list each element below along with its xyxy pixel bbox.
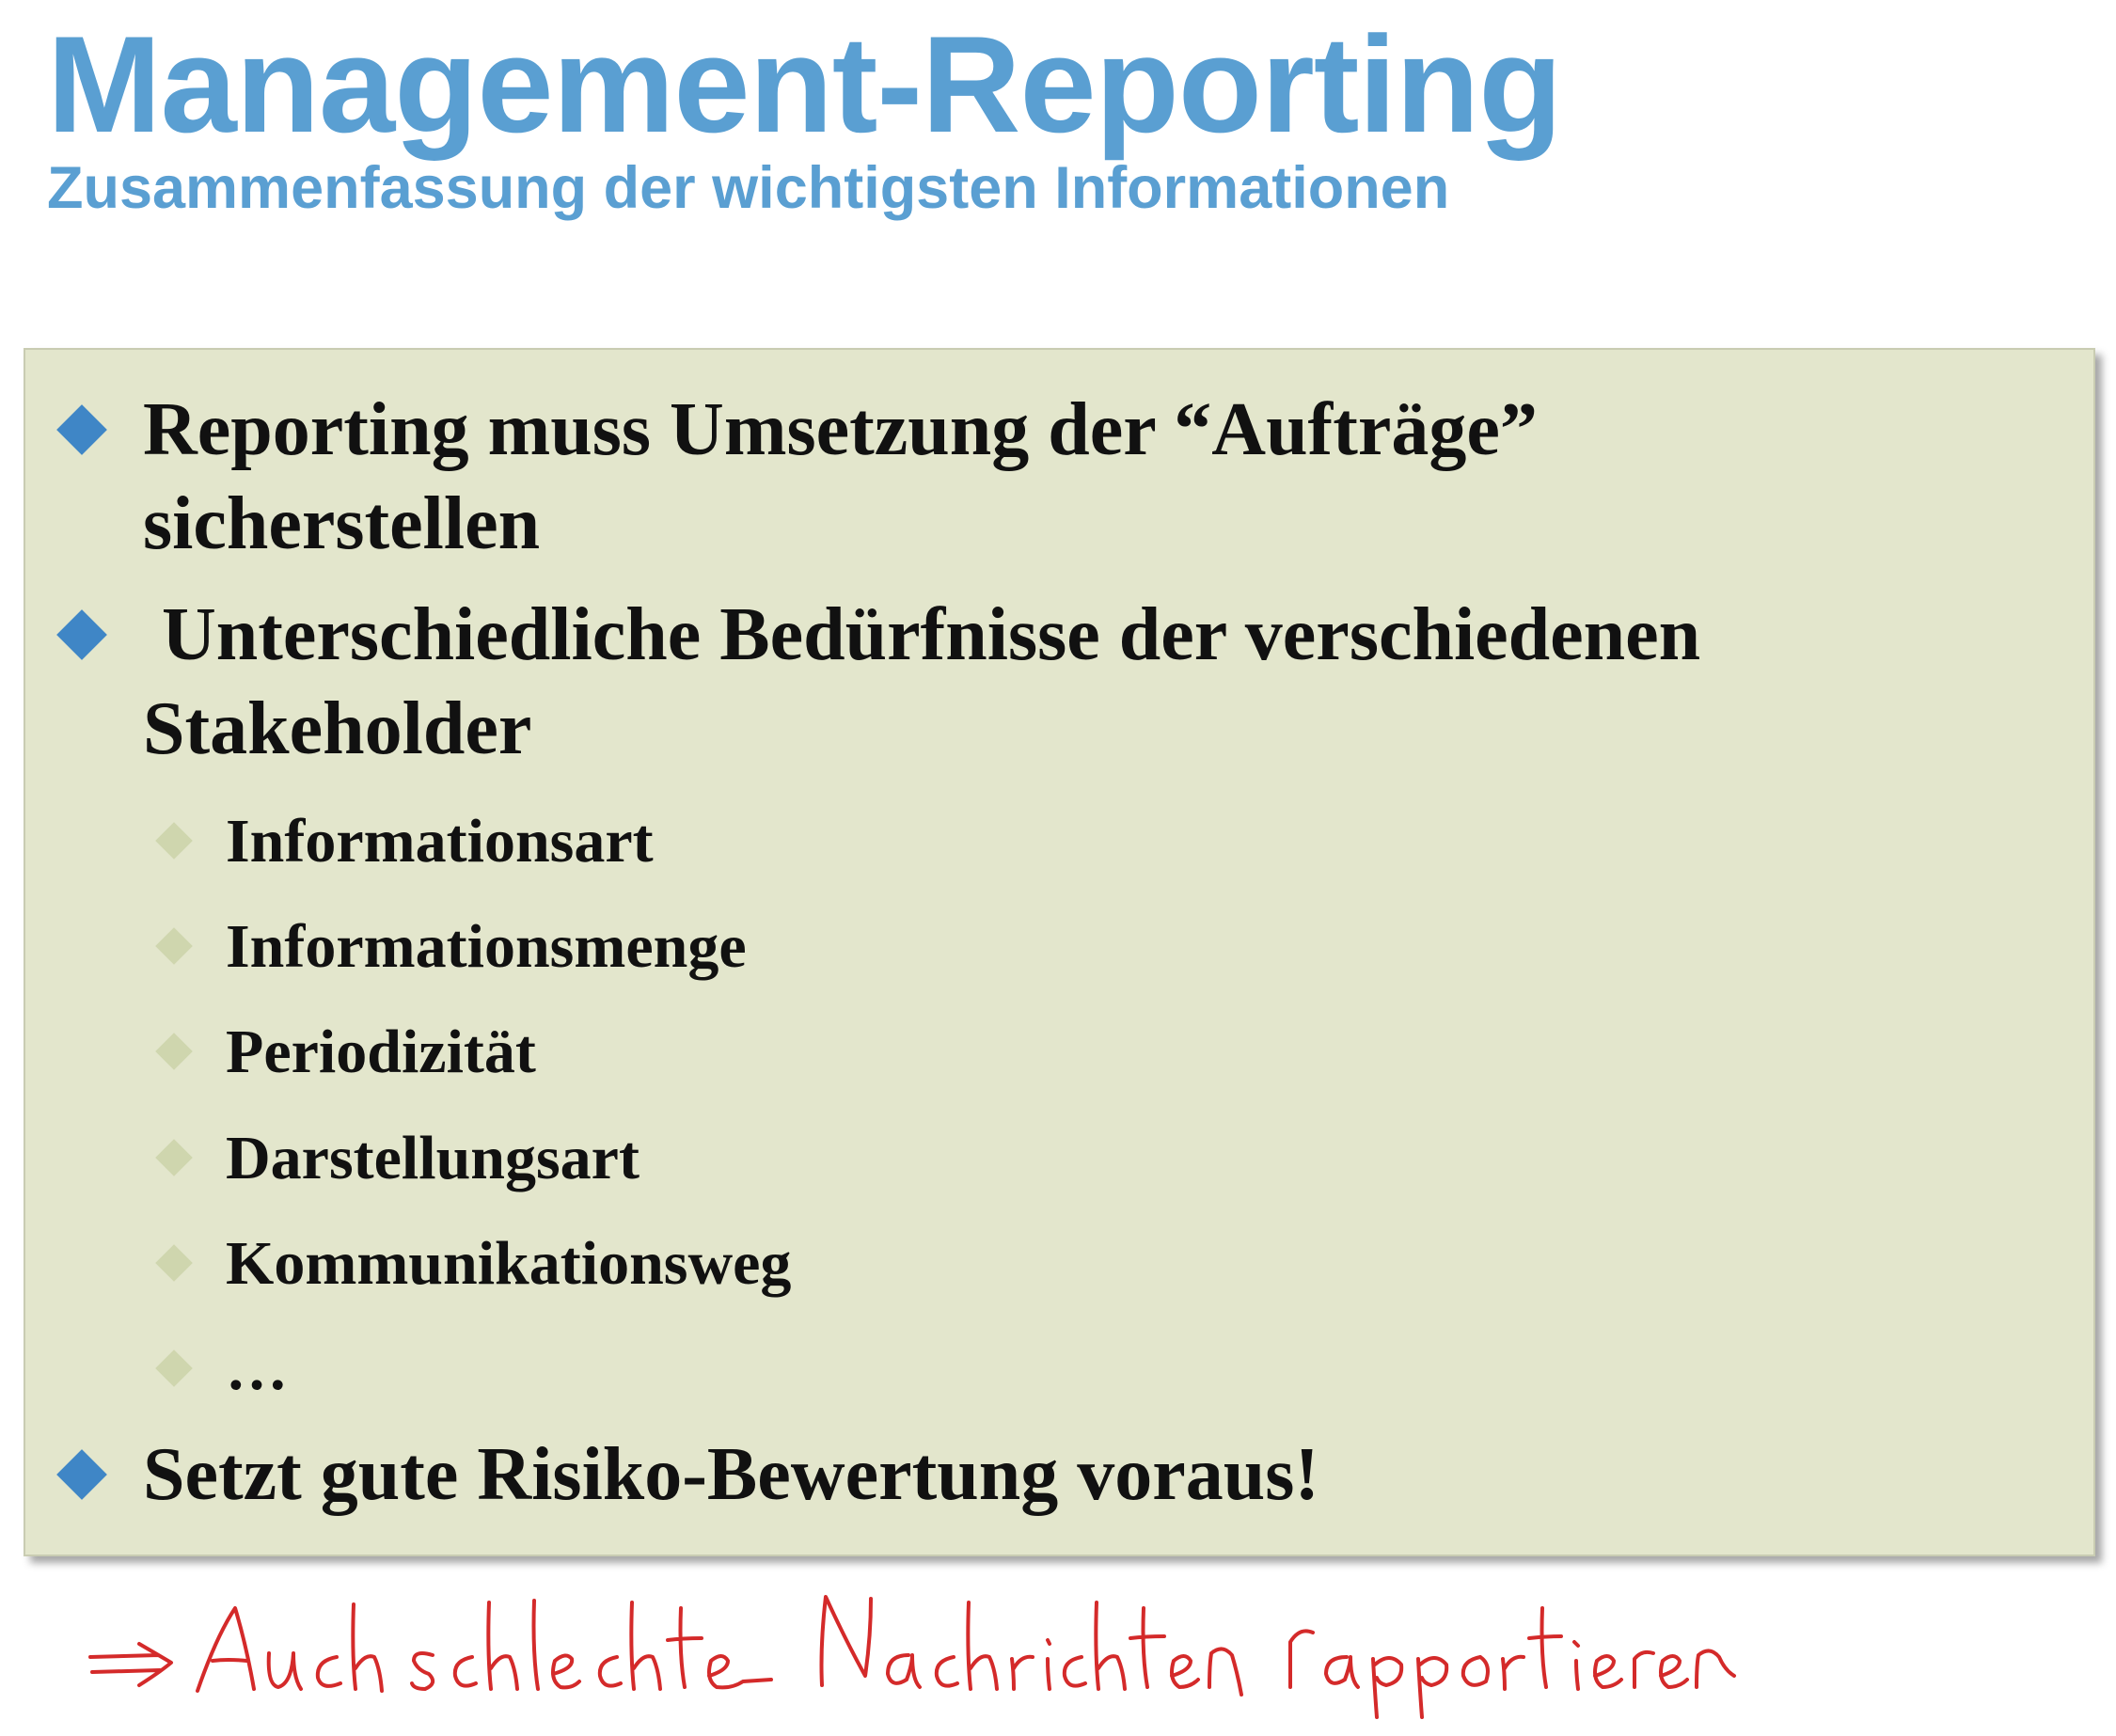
diamond-subbullet-icon (155, 927, 193, 965)
bullet-3: Setzt gute Risiko-Bewertung voraus! (143, 1433, 1319, 1516)
sub-bullet-periodizitaet: Periodizität (226, 1018, 536, 1086)
content-box: Reporting muss Umsetzung der “Aufträge” … (24, 348, 2095, 1556)
bullet-2-line-2: Stakeholder (143, 687, 532, 770)
diamond-subbullet-icon (155, 822, 193, 860)
sub-bullet-ellipsis: … (226, 1334, 288, 1403)
sub-bullet-kommunikationsweg: Kommunikationsweg (226, 1229, 792, 1298)
sub-bullet-darstellungsart: Darstellungsart (226, 1124, 640, 1192)
diamond-subbullet-icon (155, 1349, 193, 1387)
diamond-subbullet-icon (155, 1244, 193, 1282)
slide-subtitle: Zusammenfassung der wichtigsten Informat… (47, 155, 1450, 221)
sub-bullet-informationsmenge: Informationsmenge (226, 912, 747, 981)
diamond-subbullet-icon (155, 1033, 193, 1070)
bullet-1-line-2: sicherstellen (143, 482, 541, 565)
arrow-icon (88, 1642, 173, 1687)
sub-bullet-informationsart: Informationsart (226, 807, 654, 876)
slide-title: Management-Reporting (47, 8, 1562, 161)
diamond-bullet-icon (56, 404, 107, 455)
bullet-1-line-1: Reporting muss Umsetzung der “Aufträge” (143, 388, 1538, 471)
diamond-bullet-icon (56, 1449, 107, 1500)
diamond-bullet-icon (56, 609, 107, 660)
bullet-2-line-1: Unterschiedliche Bedürfnisse der verschi… (143, 593, 1701, 676)
handwritten-annotation (88, 1595, 1736, 1719)
diamond-subbullet-icon (155, 1139, 193, 1176)
